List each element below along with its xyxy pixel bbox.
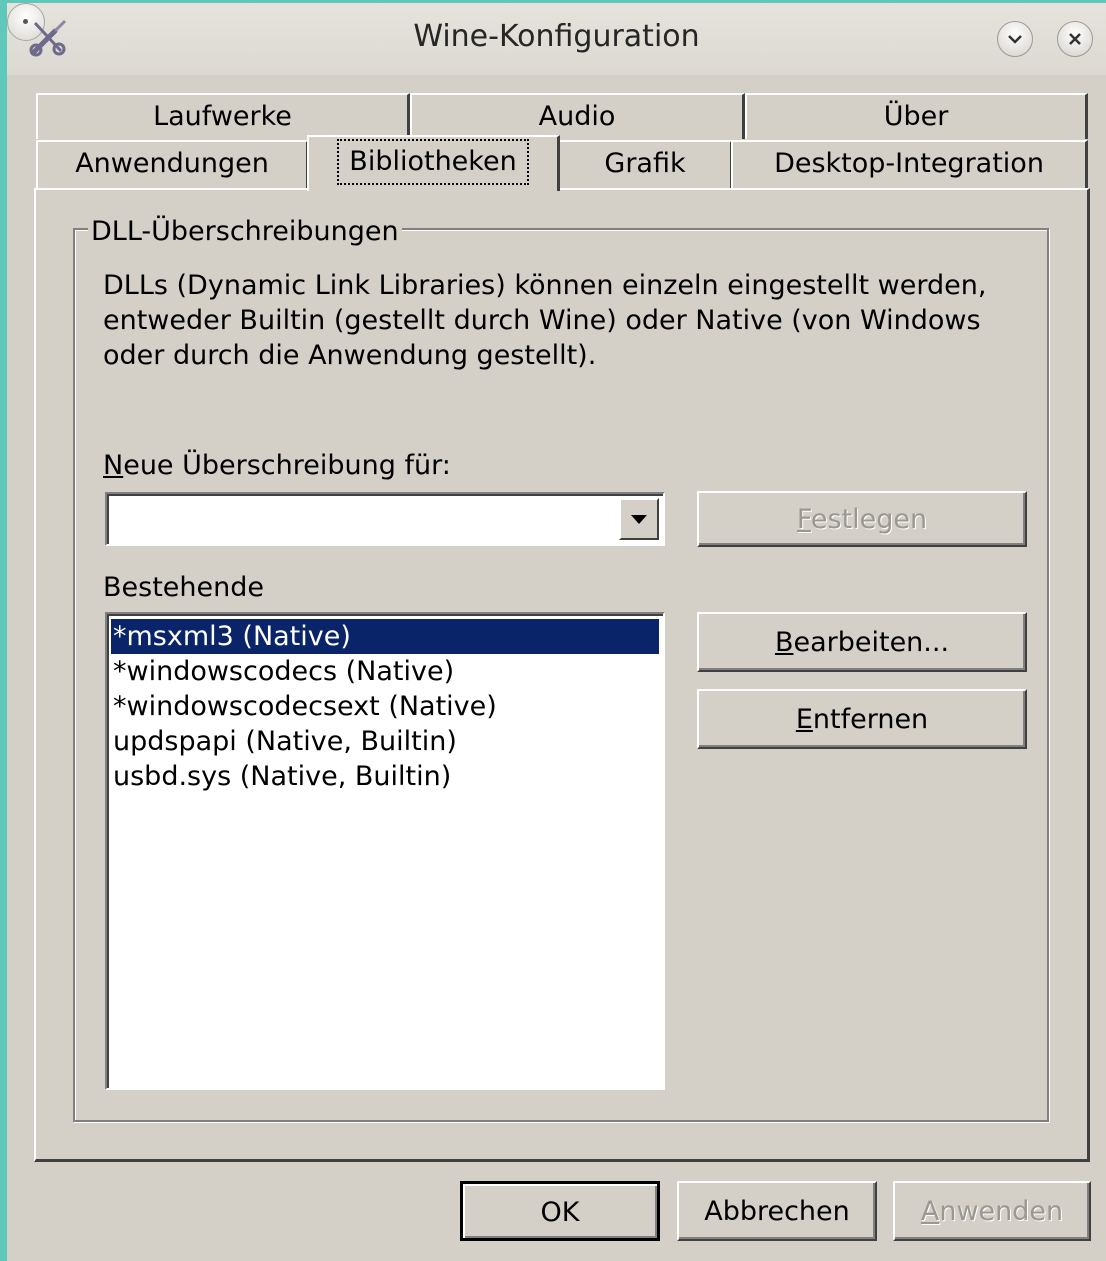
tab-label: Audio [538, 101, 616, 132]
button-label: earbeiten... [793, 627, 950, 658]
tab-label: Desktop-Integration [774, 148, 1044, 179]
wine-config-window: Wine-Konfiguration Laufwerke Audio Über … [0, 0, 1106, 1261]
list-item[interactable]: *windowscodecsext (Native) [111, 689, 659, 724]
remove-button[interactable]: Entfernen [697, 689, 1027, 749]
button-label: estlegen [810, 504, 928, 535]
tab-ueber[interactable]: Über [745, 93, 1088, 139]
list-item[interactable]: usbd.sys (Native, Builtin) [111, 759, 659, 794]
group-title: DLL-Überschreibungen [88, 216, 402, 247]
tab-label: Anwendungen [75, 148, 269, 179]
accelerator-key: A [920, 1196, 940, 1227]
tab-desktop-integration[interactable]: Desktop-Integration [731, 140, 1088, 188]
dll-combo-box[interactable] [105, 492, 665, 546]
tab-label: Bibliotheken [337, 139, 529, 185]
new-override-label: Neue Überschreibung für: [103, 450, 451, 481]
button-label: nwenden [939, 1196, 1064, 1227]
button-label: ntfernen [812, 704, 929, 735]
existing-dll-list[interactable]: *msxml3 (Native) *windowscodecs (Native) *… [105, 612, 665, 1090]
set-button[interactable]: Festlegen [697, 491, 1027, 547]
accelerator-key: N [103, 450, 124, 481]
title-bar[interactable]: Wine-Konfiguration [7, 3, 1106, 75]
tab-grafik[interactable]: Grafik [558, 140, 733, 188]
label-text: eue Überschreibung für: [123, 450, 451, 481]
minimize-button[interactable] [997, 21, 1033, 57]
list-item[interactable]: *windowscodecs (Native) [111, 654, 659, 689]
apply-button[interactable]: Anwenden [893, 1181, 1091, 1241]
accelerator-key: F [796, 504, 811, 535]
tab-label: Laufwerke [153, 101, 292, 132]
chevron-down-icon [1008, 35, 1022, 44]
accelerator-key: B [774, 627, 794, 658]
tab-label: Über [883, 101, 949, 132]
list-item[interactable]: updspapi (Native, Builtin) [111, 724, 659, 759]
edit-button[interactable]: Bearbeiten... [697, 612, 1027, 672]
ok-button[interactable]: OK [460, 1181, 660, 1241]
tab-bibliotheken[interactable]: Bibliotheken [307, 135, 560, 191]
tab-anwendungen[interactable]: Anwendungen [36, 140, 309, 188]
tab-laufwerke[interactable]: Laufwerke [36, 93, 410, 139]
close-button[interactable] [1057, 21, 1093, 57]
tab-label: Grafik [604, 148, 686, 179]
window-title: Wine-Konfiguration [413, 19, 700, 54]
triangle-down-icon [631, 514, 647, 524]
accelerator-key: E [795, 704, 813, 735]
list-item[interactable]: *msxml3 (Native) [111, 619, 659, 654]
tab-audio[interactable]: Audio [410, 93, 745, 139]
cancel-button[interactable]: Abbrechen [677, 1181, 877, 1241]
dropdown-button[interactable] [619, 498, 659, 540]
existing-label: Bestehende [103, 572, 264, 603]
close-icon [1069, 33, 1081, 45]
description-text: DLLs (Dynamic Link Libraries) können ein… [103, 270, 987, 371]
